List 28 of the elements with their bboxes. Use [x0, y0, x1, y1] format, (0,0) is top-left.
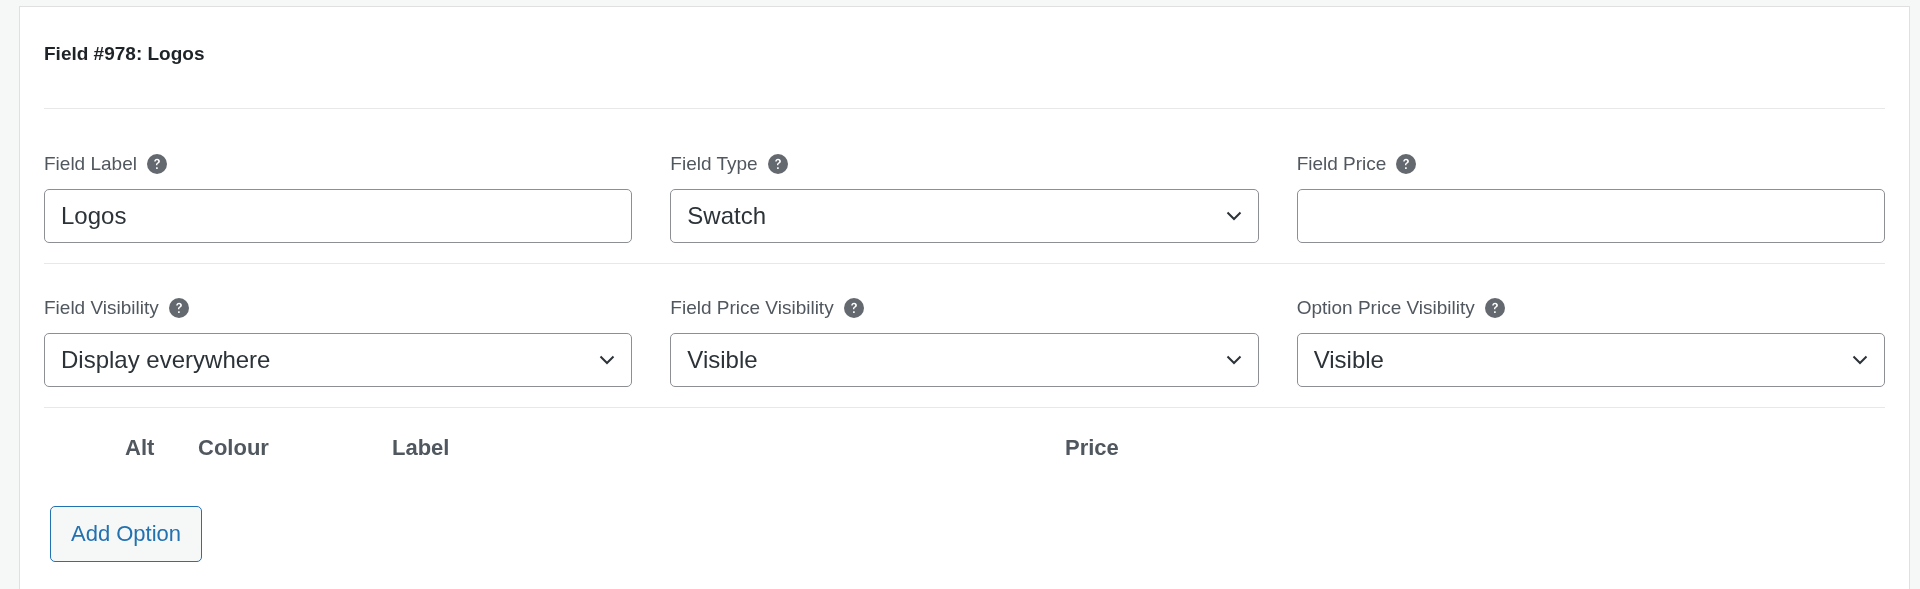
field-label: Field Label	[44, 153, 137, 175]
help-icon[interactable]	[1484, 298, 1505, 318]
column-header: Alt	[125, 435, 155, 461]
chevron-down-icon	[1225, 355, 1242, 365]
input-field[interactable]: Logos	[44, 189, 633, 243]
help-icon[interactable]	[767, 154, 788, 174]
help-icon[interactable]	[843, 298, 864, 318]
select-field[interactable]: Display everywhere	[44, 333, 633, 387]
field-label: Field Price Visibility	[670, 297, 834, 319]
help-icon[interactable]	[146, 154, 167, 174]
chevron-down-icon	[599, 355, 616, 365]
add-option-button[interactable]: Add Option	[50, 506, 203, 562]
column-header: Price	[1065, 435, 1119, 461]
column-header: Colour	[198, 435, 269, 461]
select-field[interactable]: Visible	[1296, 333, 1885, 387]
select-field[interactable]: Swatch	[670, 189, 1259, 243]
chevron-down-icon	[1225, 211, 1242, 221]
field-label: Field Visibility	[44, 297, 159, 319]
help-icon[interactable]	[168, 298, 189, 318]
field-label: Field Type	[670, 153, 758, 175]
field-label: Option Price Visibility	[1296, 297, 1475, 319]
chevron-down-icon	[1852, 355, 1868, 365]
column-header: Label	[392, 435, 450, 461]
help-icon[interactable]	[1396, 154, 1417, 174]
select-field[interactable]: Visible	[670, 333, 1259, 387]
input-field[interactable]	[1296, 189, 1885, 243]
field-title: Field #978: Logos	[44, 42, 206, 66]
field-label: Field Price	[1296, 153, 1387, 175]
